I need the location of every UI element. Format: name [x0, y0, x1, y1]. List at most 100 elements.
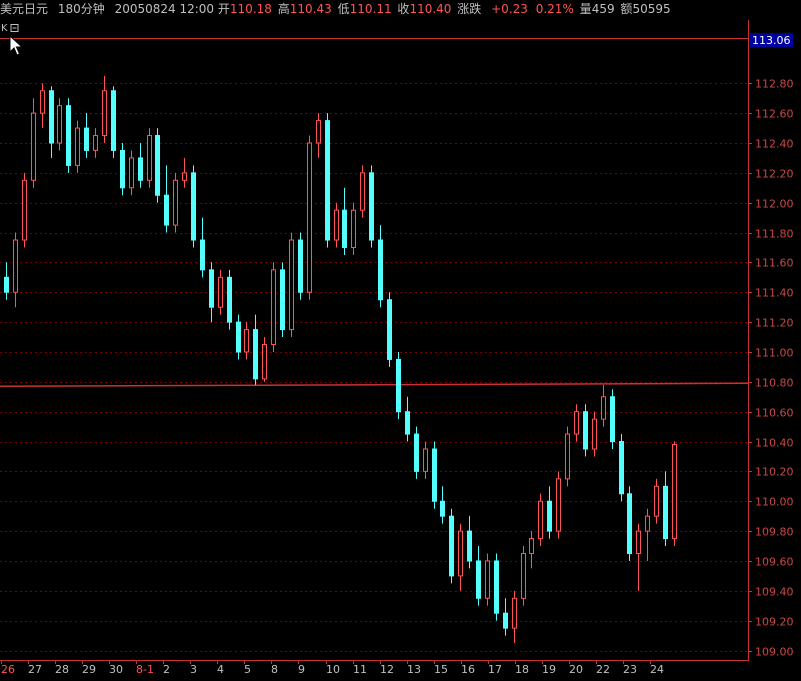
price-tick-label: 109.20: [755, 616, 794, 629]
price-tick-label: 112.40: [755, 138, 794, 151]
date-tick-label: 17: [488, 663, 502, 676]
candle-down: [253, 329, 258, 380]
current-price-badge-text: 113.06: [752, 34, 791, 47]
date-tick-label: 4: [217, 663, 224, 676]
candle-up: [521, 552, 526, 599]
candle-up: [360, 172, 365, 211]
candle-up: [485, 560, 490, 599]
price-tick-label: 110.80: [755, 377, 794, 390]
date-tick-label: 28: [55, 663, 69, 676]
price-tick-labels: 112.80 112.60 112.40 112.20 112.00 111.80 111.…: [755, 78, 794, 659]
candle-down: [503, 612, 508, 629]
candle-down: [227, 276, 232, 323]
date-tick-label: 3: [190, 663, 197, 676]
candle-down: [476, 560, 481, 599]
candles: [4, 75, 677, 644]
date-tick-label: 18: [515, 663, 529, 676]
candle-down: [619, 441, 624, 495]
candle-down: [405, 411, 410, 435]
candle-up: [512, 597, 517, 629]
date-tick-label: 8-1: [136, 663, 154, 676]
date-tick-label: 20: [569, 663, 583, 676]
date-tick-label: 12: [380, 663, 394, 676]
candle-down: [325, 120, 330, 241]
price-tick-label: 111.20: [755, 317, 794, 330]
candle-up: [636, 530, 641, 554]
date-tick-label: 30: [109, 663, 123, 676]
candle-up: [556, 478, 561, 532]
candle-up: [31, 112, 36, 181]
candle-down: [49, 90, 54, 144]
candle-up: [40, 90, 45, 114]
price-tick-label: 110.00: [755, 496, 794, 509]
candle-up: [13, 239, 18, 293]
candle-up: [93, 135, 98, 151]
price-tick-label: 110.60: [755, 407, 794, 420]
date-tick-label: 22: [596, 663, 610, 676]
candle-down: [191, 172, 196, 241]
candle-up: [57, 105, 62, 144]
candle-up: [22, 179, 27, 241]
candle-down: [84, 127, 89, 151]
price-tick-label: 110.40: [755, 437, 794, 450]
candle-down: [66, 105, 71, 166]
date-tick-label: 5: [244, 663, 251, 676]
candle-up: [601, 396, 606, 420]
price-tick-label: 111.60: [755, 257, 794, 270]
candle-down: [440, 500, 445, 517]
candle-up: [129, 157, 134, 189]
candlestick-chart[interactable]: K 112.80112.60112.40112.20112.00111.8011…: [0, 0, 801, 681]
k-label: K: [1, 23, 8, 34]
candle-down: [378, 239, 383, 301]
candle-up: [458, 530, 463, 577]
candle-up: [102, 90, 107, 137]
candle-down: [432, 448, 437, 502]
price-tick-label: 112.80: [755, 78, 794, 91]
candle-up: [574, 411, 579, 435]
date-tick-label: 11: [353, 663, 367, 676]
candle-down: [209, 269, 214, 308]
date-tick-labels: 26 27 28 29 30 8-1 2 3 4 5 8 9 10 11 12 13 15 16 17 18 19 20 2…: [1, 660, 664, 676]
candle-down: [111, 90, 116, 151]
price-tick-label: 111.80: [755, 228, 794, 241]
candle-down: [414, 433, 419, 472]
candle-down: [342, 209, 347, 248]
candle-up: [173, 179, 178, 226]
date-tick-label: 19: [542, 663, 556, 676]
date-tick-label: 27: [28, 663, 42, 676]
candle-down: [610, 396, 615, 443]
candle-up: [262, 344, 267, 380]
candle-up: [147, 135, 152, 181]
date-tick-label: 9: [298, 663, 305, 676]
candle-down: [120, 149, 125, 189]
k-toggle[interactable]: K: [1, 23, 19, 34]
candle-down: [4, 276, 9, 293]
candle-up: [672, 444, 677, 540]
candle-up: [529, 538, 534, 554]
date-tick-label: 24: [650, 663, 664, 676]
candle-down: [663, 485, 668, 540]
price-tick-label: 109.40: [755, 586, 794, 599]
candle-up: [351, 209, 356, 248]
horizontal-price-line[interactable]: [0, 382, 749, 388]
candle-down: [200, 239, 205, 271]
date-tick-label: 16: [461, 663, 475, 676]
candle-down: [155, 135, 160, 196]
candle-down: [494, 560, 499, 614]
candle-down: [547, 500, 552, 532]
candle-down: [583, 411, 588, 450]
price-tick-label: 111.40: [755, 287, 794, 300]
price-tick-label: 111.00: [755, 347, 794, 360]
candle-up: [271, 269, 276, 346]
date-tick-label: 29: [82, 663, 96, 676]
candle-up: [565, 433, 570, 480]
candle-up: [289, 239, 294, 331]
date-tick-label: 13: [407, 663, 421, 676]
candle-down: [298, 239, 303, 293]
date-tick-label: 23: [623, 663, 637, 676]
candle-down: [467, 530, 472, 562]
candle-down: [369, 172, 374, 241]
candle-up: [75, 127, 80, 166]
candle-down: [236, 321, 241, 353]
candle-down: [396, 358, 401, 413]
